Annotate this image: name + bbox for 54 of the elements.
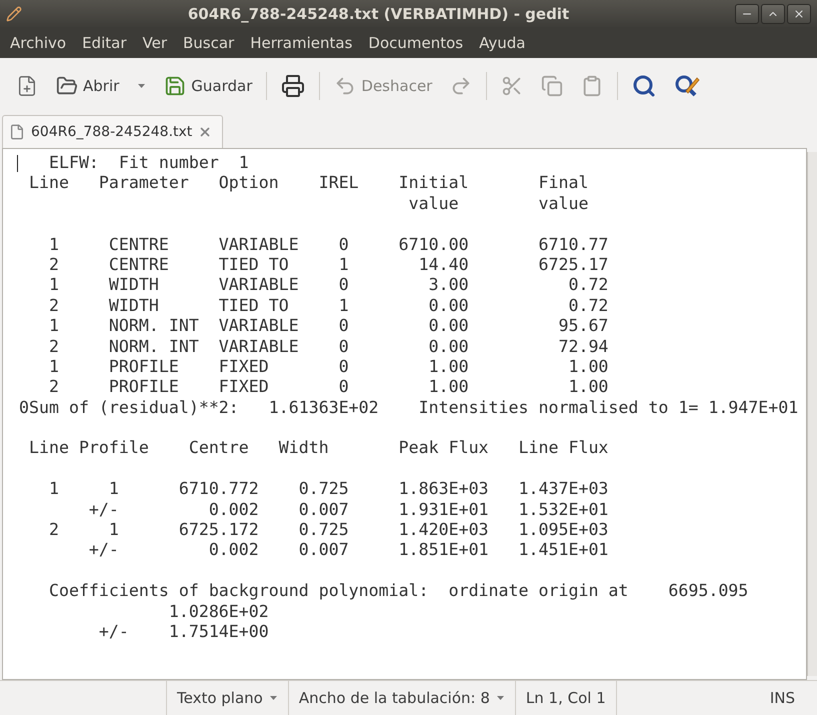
text-line: Line Profile Centre Width Peak Flux Line Flux: [28, 438, 610, 459]
maximize-button[interactable]: [761, 4, 785, 24]
app-icon: [6, 6, 22, 22]
text-line: Line Parameter Option IREL Initial Final: [28, 173, 590, 194]
close-button[interactable]: [787, 4, 811, 24]
text-line: 0Sum of (residual)**2: 1.61363E+02 Intensities normalised to 1= 1.947E+01: [19, 398, 800, 418]
status-item[interactable]: Ln 1, Col 1: [514, 681, 616, 715]
close-tab-icon: [198, 125, 212, 139]
text-line: 1 WIDTH VARIABLE 0 3.00 0.72: [48, 275, 610, 296]
status-item[interactable]: INS: [616, 681, 817, 715]
menu-item[interactable]: Herramientas: [250, 34, 352, 52]
text-line: 2 WIDTH TIED TO 1 0.00 0.72: [48, 296, 610, 316]
magnifier-pencil-icon: [674, 74, 700, 98]
printer-icon: [281, 74, 306, 98]
menu-item[interactable]: Archivo: [10, 34, 66, 52]
menu-item[interactable]: Editar: [82, 34, 126, 52]
text-line: 2 NORM. INT VARIABLE 0 0.00 72.94: [48, 336, 610, 357]
text-line: +/- 1.7514E+00: [98, 622, 270, 642]
document-tab[interactable]: 604R6_788-245248.txt: [2, 115, 224, 148]
clipboard-icon: [581, 74, 604, 96]
menu-item[interactable]: Buscar: [183, 34, 234, 52]
text-cursor: [17, 155, 18, 172]
search-icon: [632, 74, 656, 98]
menu-item[interactable]: Ver: [142, 34, 167, 52]
scrollbar[interactable]: [807, 152, 817, 676]
text-line: 2 CENTRE TIED TO 1 14.40 6725.17: [48, 254, 610, 276]
copy-icon: [541, 74, 564, 96]
text-line: ELFW: Fit number 1: [48, 153, 250, 174]
open-button[interactable]: Abrir: [54, 72, 122, 98]
status-item[interactable]: Texto plano: [166, 681, 288, 715]
text-line: +/- 0.002 0.007 1.931E+01 1.532E+01: [88, 500, 610, 520]
window-title: 604R6_788-245248.txt (VERBATIMHD) - gedit: [186, 5, 570, 23]
text-line: 2 1 6725.172 0.725 1.420E+03 1.095E+03: [48, 520, 610, 540]
new-document-icon: [16, 74, 38, 96]
text-line: 1.0286E+02: [168, 602, 270, 622]
redo-icon: [450, 74, 472, 96]
text-line: value value: [408, 194, 590, 214]
text-line: 1 PROFILE FIXED 0 1.00 1.00: [48, 356, 610, 378]
scissors-icon: [501, 74, 524, 96]
save-button[interactable]: Guardar: [162, 72, 254, 98]
text-line: 1 1 6710.772 0.725 1.863E+03 1.437E+03: [48, 479, 610, 500]
status-item[interactable]: Ancho de la tabulación: 8: [288, 681, 515, 715]
menu-item[interactable]: Ayuda: [479, 34, 526, 52]
text-editor[interactable]: [2, 148, 807, 680]
text-line: Coefficients of background polynomial: ordinate origin at 6695.095: [48, 581, 750, 602]
text-line: 1 CENTRE VARIABLE 0 6710.00 6710.77: [48, 234, 610, 255]
save-icon: [164, 74, 186, 96]
menu-item[interactable]: Documentos: [368, 34, 464, 52]
close-icon: [793, 8, 805, 20]
document-icon: [9, 124, 25, 140]
text-line: +/- 0.002 0.007 1.851E+01 1.451E+01: [88, 540, 610, 561]
text-line: 1 NORM. INT VARIABLE 0 0.00 95.67: [48, 316, 610, 337]
folder-icon: [56, 74, 78, 96]
text-line: 2 PROFILE FIXED 0 1.00 1.00: [48, 377, 610, 398]
